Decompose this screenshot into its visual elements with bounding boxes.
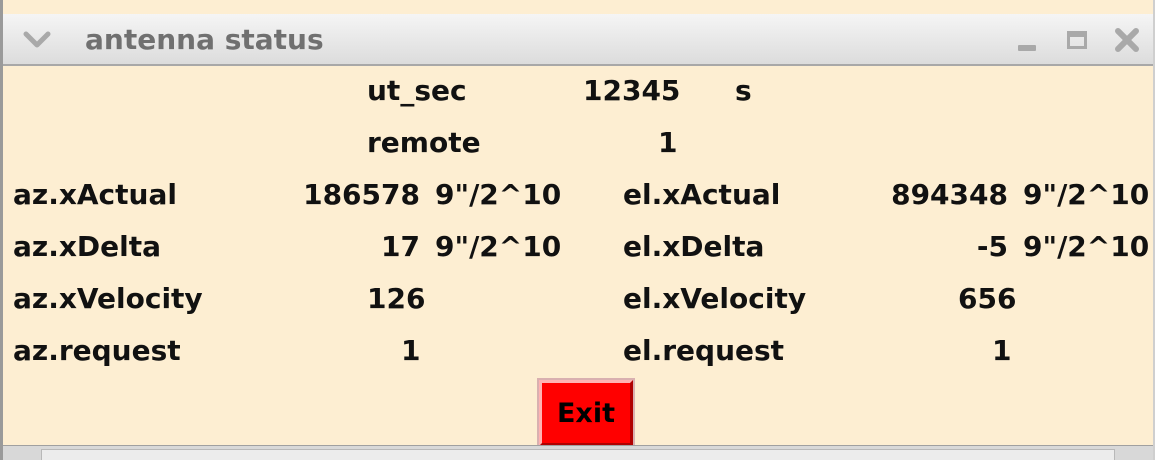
el-xdelta-unit: 9"/2^10: [1023, 230, 1150, 263]
az-request-label: az.request: [13, 334, 181, 367]
el-request-label: el.request: [623, 334, 785, 367]
az-xactual-value: 186578: [303, 178, 420, 211]
el-xactual-label: el.xActual: [623, 178, 781, 211]
el-xdelta-value: -5: [976, 230, 1008, 263]
maximize-icon[interactable]: [1063, 26, 1091, 54]
az-xactual-unit: 9"/2^10: [435, 178, 562, 211]
title-bar[interactable]: antenna status: [3, 14, 1153, 66]
az-xdelta-label: az.xDelta: [13, 230, 161, 263]
el-xactual-unit: 9"/2^10: [1023, 178, 1150, 211]
exit-button[interactable]: Exit: [537, 378, 635, 448]
az-xvelocity-label: az.xVelocity: [13, 282, 203, 315]
az-xactual-label: az.xActual: [13, 178, 177, 211]
resize-handle[interactable]: [41, 449, 1115, 460]
ut-sec-value: 12345: [583, 74, 681, 107]
chevron-down-icon[interactable]: [21, 26, 53, 54]
el-xdelta-label: el.xDelta: [623, 230, 765, 263]
ut-sec-label: ut_sec: [367, 74, 467, 107]
az-request-value: 1: [401, 334, 421, 367]
el-xvelocity-value: 656: [958, 282, 1017, 315]
az-xvelocity-value: 126: [367, 282, 426, 315]
el-xactual-value: 894348: [891, 178, 1008, 211]
el-request-value: 1: [992, 334, 1012, 367]
window-controls: [1013, 24, 1141, 56]
el-xvelocity-label: el.xVelocity: [623, 282, 807, 315]
az-xdelta-unit: 9"/2^10: [435, 230, 562, 263]
antenna-status-window: antenna status ut_sec 12345 s remote 1 a…: [0, 0, 1155, 460]
ut-sec-unit: s: [735, 74, 752, 107]
window-title: antenna status: [85, 23, 324, 56]
close-icon[interactable]: [1113, 26, 1141, 54]
status-panel: ut_sec 12345 s remote 1 az.xActual 18657…: [3, 66, 1153, 448]
az-xdelta-value: 17: [381, 230, 420, 263]
minimize-icon[interactable]: [1013, 26, 1041, 54]
remote-label: remote: [367, 126, 481, 159]
window-bottom-border[interactable]: [3, 445, 1153, 460]
remote-value: 1: [658, 126, 678, 159]
